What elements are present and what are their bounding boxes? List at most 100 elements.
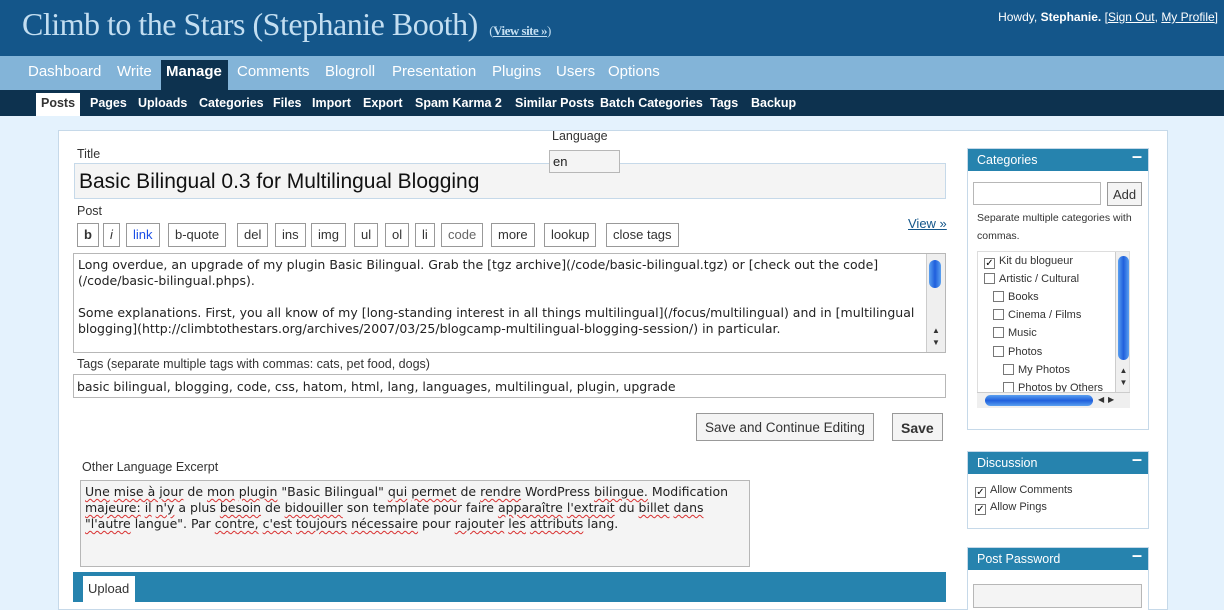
sign-out-link[interactable]: Sign Out [1108, 10, 1155, 24]
checkbox-checked-icon[interactable]: ✓ [984, 258, 995, 269]
category-item[interactable]: Photos [993, 346, 1042, 358]
quicktag-img[interactable]: img [311, 223, 346, 247]
menu-presentation[interactable]: Presentation [392, 63, 476, 80]
menu-dashboard[interactable]: Dashboard [28, 63, 101, 80]
submenu-similar-posts[interactable]: Similar Posts [515, 96, 594, 110]
scroll-right-icon[interactable]: ▶ [1108, 395, 1114, 404]
menu-plugins[interactable]: Plugins [492, 63, 541, 80]
category-item[interactable]: Artistic / Cultural [984, 273, 1079, 285]
excerpt-word: n'y [155, 500, 175, 515]
post-password-input[interactable] [973, 584, 1142, 608]
checkbox-icon[interactable] [993, 291, 1004, 302]
excerpt-word: a plus [178, 500, 216, 515]
categories-header[interactable]: Categories – [968, 146, 1148, 171]
checkbox-icon[interactable] [1003, 364, 1014, 375]
scroll-down-icon[interactable]: ▼ [927, 338, 945, 347]
bracket-close: ] [1214, 10, 1218, 24]
allow-comments-option[interactable]: ✓ Allow Comments [975, 484, 1073, 498]
collapse-icon[interactable]: – [1132, 146, 1142, 167]
submenu-spam-karma[interactable]: Spam Karma 2 [415, 96, 502, 110]
submenu-pages[interactable]: Pages [90, 96, 127, 110]
submenu-posts[interactable]: Posts [36, 93, 81, 116]
quicktag-italic[interactable]: i [103, 223, 120, 247]
quicktag-lookup[interactable]: lookup [544, 223, 597, 247]
quicktag-more[interactable]: more [491, 223, 535, 247]
checkbox-checked-icon[interactable]: ✓ [975, 504, 986, 515]
checkbox-icon[interactable] [993, 346, 1004, 357]
category-checklist: ✓ Kit du blogueur Artistic / Cultural Boo… [977, 251, 1130, 407]
excerpt-word: "l'autre [85, 516, 131, 531]
category-item[interactable]: ✓ Kit du blogueur [984, 255, 1073, 269]
menu-blogroll[interactable]: Blogroll [325, 63, 375, 80]
excerpt-word: plugin [238, 484, 278, 499]
submenu-import[interactable]: Import [312, 96, 351, 110]
post-content-textarea[interactable]: Long overdue, an upgrade of my plugin Ba… [73, 253, 946, 353]
scroll-up-icon[interactable]: ▲ [1116, 366, 1129, 375]
checkbox-checked-icon[interactable]: ✓ [975, 487, 986, 498]
submenu-categories[interactable]: Categories [199, 96, 264, 110]
submenu-export[interactable]: Export [363, 96, 403, 110]
category-label: Photos [1008, 346, 1043, 358]
category-hscroll-thumb[interactable] [985, 395, 1093, 406]
menu-write[interactable]: Write [117, 63, 152, 80]
collapse-icon[interactable]: – [1132, 545, 1142, 566]
category-scrollbar-thumb[interactable] [1118, 256, 1129, 360]
new-category-input[interactable] [973, 182, 1101, 205]
quicktag-li[interactable]: li [415, 223, 435, 247]
submenu-uploads[interactable]: Uploads [138, 96, 187, 110]
category-item[interactable]: Music [993, 327, 1037, 339]
excerpt-word: contre, [214, 516, 259, 531]
scroll-up-icon[interactable]: ▲ [927, 326, 945, 335]
submenu-batch-categories[interactable]: Batch Categories [600, 96, 703, 110]
admin-header: Climb to the Stars (Stephanie Booth) (Vi… [0, 0, 1224, 56]
post-password-header[interactable]: Post Password – [968, 545, 1148, 570]
upload-tab[interactable]: Upload [83, 576, 136, 602]
quicktag-ul[interactable]: ul [354, 223, 379, 247]
submenu-tags[interactable]: Tags [710, 96, 738, 110]
post-scrollbar[interactable]: ▲ ▼ [926, 254, 945, 352]
view-post-link[interactable]: View » [908, 216, 947, 231]
menu-comments[interactable]: Comments [237, 63, 310, 80]
submenu-backup[interactable]: Backup [751, 96, 796, 110]
category-horizontal-scrollbar[interactable]: ◀ ▶ [977, 392, 1130, 408]
save-button[interactable]: Save [892, 413, 943, 441]
add-category-button[interactable]: Add [1107, 182, 1143, 206]
quicktag-blockquote[interactable]: b-quote [168, 223, 227, 247]
my-profile-link[interactable]: My Profile [1161, 10, 1214, 24]
category-item[interactable]: Cinema / Films [993, 309, 1081, 321]
quicktag-code[interactable]: code [441, 223, 484, 247]
scroll-down-icon[interactable]: ▼ [1116, 378, 1129, 387]
save-continue-button[interactable]: Save and Continue Editing [696, 413, 874, 441]
quicktag-link[interactable]: link [126, 223, 160, 247]
category-item[interactable]: Books [993, 291, 1039, 303]
post-password-box: Post Password – [967, 545, 1149, 610]
post-scrollbar-thumb[interactable] [929, 260, 941, 288]
site-title-text: Climb to the Stars (Stephanie Booth) [22, 6, 478, 42]
language-input[interactable]: en [549, 150, 620, 173]
checkbox-icon[interactable] [993, 327, 1004, 338]
checkbox-icon[interactable] [984, 273, 995, 284]
quicktag-ol[interactable]: ol [385, 223, 410, 247]
checkbox-icon[interactable] [993, 309, 1004, 320]
menu-options[interactable]: Options [608, 63, 660, 80]
category-scrollbar[interactable]: ▲ ▼ [1115, 252, 1129, 393]
quicktag-bold[interactable]: b [77, 223, 99, 247]
title-input[interactable]: Basic Bilingual 0.3 for Multilingual Blo… [74, 163, 946, 199]
quicktag-close-tags[interactable]: close tags [606, 223, 679, 247]
quicktag-ins[interactable]: ins [275, 223, 306, 247]
scroll-left-icon[interactable]: ◀ [1098, 395, 1104, 404]
excerpt-word: pour [422, 516, 451, 531]
excerpt-textarea[interactable]: Une mise à jour de mon plugin "Basic Bil… [80, 480, 750, 567]
view-site-link[interactable]: View site » [493, 23, 547, 38]
category-item[interactable]: My Photos [1003, 364, 1070, 376]
collapse-icon[interactable]: – [1132, 449, 1142, 470]
menu-users[interactable]: Users [556, 63, 595, 80]
excerpt-label: Other Language Excerpt [82, 460, 219, 474]
submenu-files[interactable]: Files [273, 96, 302, 110]
allow-pings-option[interactable]: ✓ Allow Pings [975, 501, 1047, 515]
menu-manage[interactable]: Manage [161, 60, 228, 90]
quicktag-del[interactable]: del [237, 223, 269, 247]
category-label: My Photos [1018, 364, 1070, 376]
tags-input[interactable]: basic bilingual, blogging, code, css, ha… [73, 374, 946, 398]
discussion-header[interactable]: Discussion – [968, 449, 1148, 474]
